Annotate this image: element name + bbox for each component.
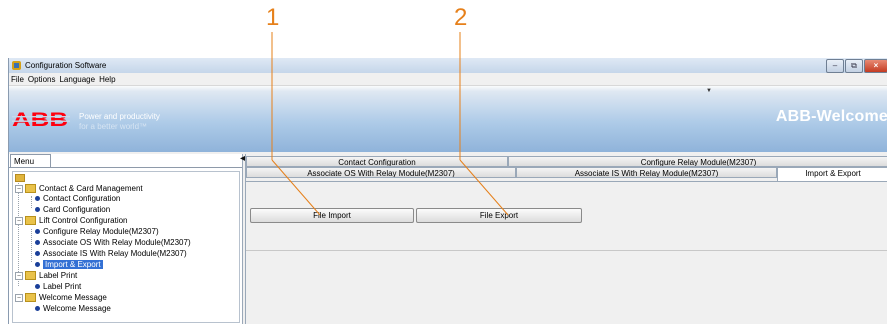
- tagline-line-1: Power and productivity: [79, 112, 160, 121]
- tree-item-configure-relay-module[interactable]: Configure Relay Module(M2307): [35, 227, 159, 237]
- tagline-line-2: for a better world™: [79, 122, 148, 131]
- folder-icon: [25, 293, 36, 303]
- callout-number-1: 1: [266, 4, 280, 31]
- app-window: Configuration Software – ⧉ × File Option…: [8, 58, 887, 324]
- window-title: Configuration Software: [25, 61, 107, 70]
- tree-item-label: Label Print: [43, 282, 82, 291]
- tree-group-label: Welcome Message: [39, 293, 107, 302]
- content-area: Contact Configuration Configure Relay Mo…: [245, 154, 887, 324]
- tab-configure-relay-module[interactable]: Configure Relay Module(M2307): [508, 156, 887, 167]
- file-export-button[interactable]: File Export: [416, 208, 582, 223]
- bullet-icon: [35, 284, 40, 290]
- collapse-icon[interactable]: –: [15, 293, 23, 302]
- import-export-panel: File Import File Export: [246, 181, 887, 251]
- bullet-icon: [35, 240, 40, 246]
- tree-item-label: Welcome Message: [43, 304, 111, 313]
- brand-banner: ▼ ABB Power and productivity for a bette…: [9, 86, 887, 152]
- bullet-icon: [35, 196, 40, 202]
- folder-icon: [25, 271, 36, 281]
- tab-contact-configuration[interactable]: Contact Configuration: [246, 156, 508, 167]
- menu-panel: Menu ◀ – Contact & Card Management Contac…: [9, 153, 248, 324]
- menu-bar: File Options Language Help: [9, 73, 887, 86]
- menu-language[interactable]: Language: [59, 75, 95, 84]
- tree-connector: [31, 196, 32, 208]
- title-bar[interactable]: Configuration Software – ⧉ ×: [9, 58, 887, 73]
- minimize-button[interactable]: –: [826, 59, 844, 73]
- folder-icon: [25, 216, 36, 226]
- bullet-icon: [35, 229, 40, 235]
- file-import-button[interactable]: File Import: [250, 208, 414, 223]
- tab-import-export[interactable]: Import & Export: [777, 167, 887, 181]
- bullet-icon: [35, 306, 40, 312]
- tree-item-label: Configure Relay Module(M2307): [43, 227, 159, 236]
- bullet-icon: [35, 251, 40, 257]
- bullet-icon: [35, 207, 40, 213]
- menu-tree: – Contact & Card Management Contact Confi…: [12, 171, 240, 323]
- tab-associate-is[interactable]: Associate IS With Relay Module(M2307): [516, 167, 777, 178]
- tree-item-label: Contact Configuration: [43, 194, 121, 203]
- tree-group-label-print[interactable]: – Label Print: [15, 271, 77, 281]
- tree-item-contact-configuration[interactable]: Contact Configuration: [35, 194, 120, 204]
- app-icon: [12, 61, 21, 70]
- menu-help[interactable]: Help: [99, 75, 115, 84]
- chevron-down-icon: ▼: [706, 88, 712, 94]
- menu-options[interactable]: Options: [28, 75, 56, 84]
- tree-item-label: Card Configuration: [43, 205, 111, 214]
- tab-associate-os[interactable]: Associate OS With Relay Module(M2307): [246, 167, 516, 178]
- tree-item-welcome-message[interactable]: Welcome Message: [35, 304, 111, 314]
- bullet-icon: [35, 262, 40, 268]
- close-button[interactable]: ×: [864, 59, 887, 73]
- collapse-icon[interactable]: –: [15, 184, 23, 193]
- tree-group-label: Label Print: [39, 271, 78, 280]
- callout-number-2: 2: [454, 4, 468, 31]
- tree-group-lift-control[interactable]: – Lift Control Configuration: [15, 216, 128, 226]
- collapse-icon[interactable]: –: [15, 216, 23, 225]
- restore-button[interactable]: ⧉: [845, 59, 863, 73]
- root-folder-icon: [15, 174, 25, 182]
- tree-item-associate-is[interactable]: Associate IS With Relay Module(M2307): [35, 249, 187, 259]
- tree-item-label: Associate OS With Relay Module(M2307): [43, 238, 191, 247]
- folder-icon: [25, 184, 36, 194]
- tree-group-label: Contact & Card Management: [39, 184, 143, 193]
- menu-header-divider: [9, 167, 242, 168]
- tree-item-label-print[interactable]: Label Print: [35, 282, 81, 292]
- tree-group-welcome-message[interactable]: – Welcome Message: [15, 293, 107, 303]
- tree-item-associate-os[interactable]: Associate OS With Relay Module(M2307): [35, 238, 191, 248]
- tree-group-contact-card[interactable]: – Contact & Card Management: [15, 184, 143, 194]
- tree-group-label: Lift Control Configuration: [39, 216, 128, 225]
- window-controls: – ⧉ ×: [826, 59, 887, 73]
- collapse-icon[interactable]: –: [15, 271, 23, 280]
- tree-item-card-configuration[interactable]: Card Configuration: [35, 205, 110, 215]
- svg-text:ABB: ABB: [12, 110, 68, 128]
- tree-item-import-export[interactable]: Import & Export: [35, 260, 103, 270]
- welcome-title: ABB-Welcome: [775, 108, 887, 125]
- tree-item-label: Associate IS With Relay Module(M2307): [43, 249, 187, 258]
- abb-logo: ABB: [12, 110, 70, 128]
- menu-tab[interactable]: Menu: [10, 154, 51, 167]
- brand-tagline: Power and productivity for a better worl…: [79, 112, 160, 132]
- tree-connector: [31, 229, 32, 262]
- tree-item-label-selected: Import & Export: [43, 260, 103, 269]
- menu-file[interactable]: File: [11, 75, 24, 84]
